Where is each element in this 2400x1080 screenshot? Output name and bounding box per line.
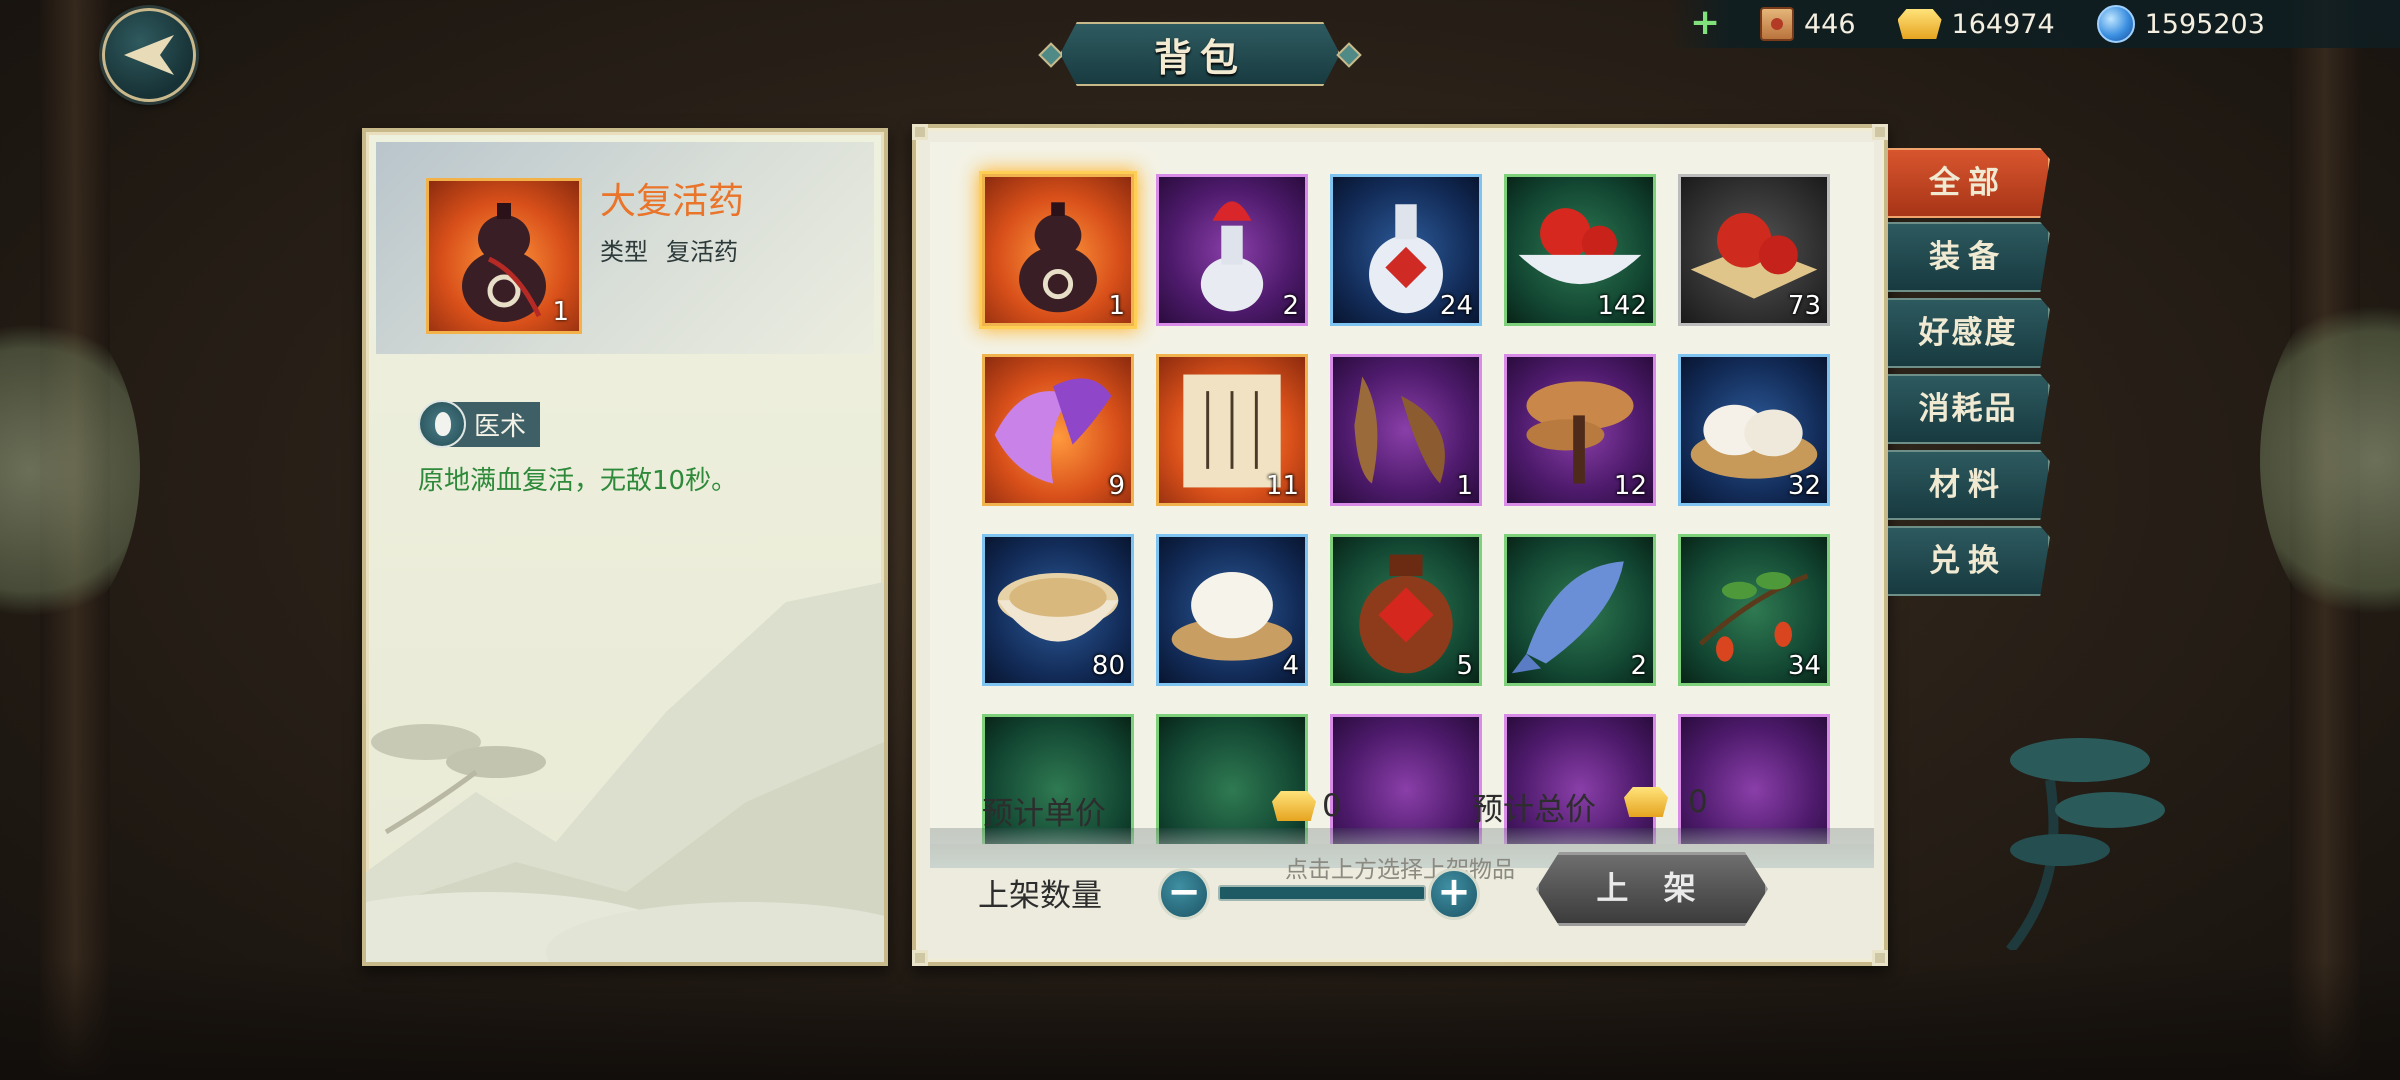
item-count: 73 bbox=[1787, 291, 1821, 321]
item-type-value: 复活药 bbox=[666, 238, 738, 266]
total-price-value: 0 bbox=[1624, 784, 1708, 820]
currency-value: 1595203 bbox=[2144, 8, 2265, 40]
inventory-slot[interactable]: 11 bbox=[1156, 354, 1308, 506]
item-count: 4 bbox=[1282, 651, 1299, 681]
skill-tag: 医术 bbox=[418, 400, 541, 448]
inventory-slot[interactable]: 32 bbox=[1678, 354, 1830, 506]
inventory-slot[interactable]: 142 bbox=[1504, 174, 1656, 326]
gold-ingot-icon bbox=[1897, 9, 1942, 39]
inventory-slot[interactable] bbox=[1156, 714, 1308, 844]
item-count: 24 bbox=[1439, 291, 1473, 321]
gold-ingot-icon bbox=[1624, 787, 1668, 817]
tab-equipment[interactable]: 装备 bbox=[1888, 222, 2050, 292]
unit-price-number: 0 bbox=[1322, 788, 1342, 824]
background-floor bbox=[0, 960, 2400, 1080]
currency-scroll: 446 bbox=[1760, 7, 1856, 41]
inventory-slot[interactable]: 80 bbox=[982, 534, 1134, 686]
item-description: 原地满血复活，无敌10秒。 bbox=[418, 466, 738, 496]
gourd-skill-icon bbox=[418, 400, 466, 448]
tab-exchange[interactable]: 兑换 bbox=[1888, 526, 2050, 596]
back-button[interactable] bbox=[102, 8, 196, 102]
scroll-token-icon bbox=[1760, 7, 1794, 41]
item-count: 2 bbox=[1630, 651, 1647, 681]
item-count: 9 bbox=[1108, 471, 1125, 501]
item-count: 12 bbox=[1613, 471, 1647, 501]
inventory-panel: 1 2 24 142 73 9 11 1 12 32 80 4 5 2 34 点… bbox=[912, 124, 1888, 966]
inventory-slot[interactable] bbox=[1678, 714, 1830, 844]
list-item-button[interactable]: 上 架 bbox=[1536, 852, 1768, 926]
total-price-number: 0 bbox=[1688, 784, 1708, 820]
tab-affection[interactable]: 好感度 bbox=[1888, 298, 2050, 368]
item-count: 1 bbox=[1108, 291, 1125, 321]
gold-ingot-icon bbox=[1272, 791, 1316, 821]
total-price-label: 预计总价 bbox=[1472, 792, 1596, 828]
item-count: 2 bbox=[1282, 291, 1299, 321]
inventory-slot[interactable]: 73 bbox=[1678, 174, 1830, 326]
page-title: 背包 bbox=[1153, 35, 1246, 80]
item-count: 32 bbox=[1787, 471, 1821, 501]
item-detail-panel: 1 大复活药 类型 复活药 医术 原地满血复活，无敌10秒。 bbox=[362, 128, 888, 966]
add-currency-icon[interactable]: + bbox=[1690, 5, 1720, 41]
corner-ornament bbox=[912, 950, 928, 966]
inventory-slot[interactable]: 9 bbox=[982, 354, 1134, 506]
quantity-increase-button[interactable]: + bbox=[1428, 868, 1480, 920]
item-grid[interactable]: 1 2 24 142 73 9 11 1 12 32 80 4 5 2 34 bbox=[930, 142, 1874, 844]
currency-orb: 1595203 bbox=[2096, 5, 2265, 43]
background-lamp bbox=[0, 300, 140, 640]
currency-value: 164974 bbox=[1951, 8, 2055, 40]
tab-consumables[interactable]: 消耗品 bbox=[1888, 374, 2050, 444]
currency-bar: + 446 164974 1595203 bbox=[1670, 0, 2400, 48]
selected-item-icon: 1 bbox=[426, 178, 582, 334]
background-lamp bbox=[2260, 280, 2400, 640]
inventory-slot[interactable]: 12 bbox=[1504, 354, 1656, 506]
currency-gold: 164974 bbox=[1897, 8, 2055, 40]
corner-ornament bbox=[912, 124, 928, 140]
mountain-landscape-icon bbox=[366, 582, 884, 962]
tab-all[interactable]: 全部 bbox=[1888, 148, 2050, 218]
corner-ornament bbox=[1872, 124, 1888, 140]
back-arrow-icon bbox=[124, 35, 174, 75]
blue-orb-icon bbox=[2096, 5, 2135, 43]
decorative-tree-icon bbox=[2006, 738, 2165, 950]
inventory-slot[interactable]: 2 bbox=[1504, 534, 1656, 686]
item-count: 5 bbox=[1456, 651, 1473, 681]
tab-materials[interactable]: 材料 bbox=[1888, 450, 2050, 520]
item-count: 11 bbox=[1265, 471, 1299, 501]
item-type: 类型 复活药 bbox=[600, 232, 738, 267]
inventory-slot[interactable]: 4 bbox=[1156, 534, 1308, 686]
corner-ornament bbox=[1872, 950, 1888, 966]
item-count: 1 bbox=[552, 297, 569, 327]
unit-price-label: 预计单价 bbox=[982, 796, 1106, 832]
item-name: 大复活药 bbox=[600, 181, 745, 222]
item-count: 142 bbox=[1597, 291, 1647, 321]
item-count: 34 bbox=[1787, 651, 1821, 681]
inventory-slot[interactable]: 24 bbox=[1330, 174, 1482, 326]
item-count: 80 bbox=[1091, 651, 1125, 681]
inventory-slot[interactable]: 1 bbox=[1330, 354, 1482, 506]
page-title-banner: 背包 bbox=[1038, 22, 1362, 86]
inventory-slot[interactable]: 34 bbox=[1678, 534, 1830, 686]
inventory-slot[interactable]: 5 bbox=[1330, 534, 1482, 686]
item-detail-header: 1 大复活药 类型 复活药 bbox=[376, 142, 874, 354]
inventory-slot[interactable]: 2 bbox=[1156, 174, 1308, 326]
quantity-decrease-button[interactable]: − bbox=[1158, 868, 1210, 920]
item-count: 1 bbox=[1456, 471, 1473, 501]
unit-price-value: 0 bbox=[1272, 788, 1342, 824]
currency-value: 446 bbox=[1804, 8, 1856, 40]
item-type-label: 类型 bbox=[600, 238, 648, 266]
inventory-slot[interactable] bbox=[1330, 714, 1482, 844]
quantity-slider[interactable] bbox=[1218, 885, 1426, 901]
quantity-label: 上架数量 bbox=[978, 878, 1102, 914]
banner-gem-icon bbox=[1336, 42, 1362, 68]
inventory-slot[interactable]: 1 bbox=[982, 174, 1134, 326]
banner-gem-icon bbox=[1038, 42, 1064, 68]
